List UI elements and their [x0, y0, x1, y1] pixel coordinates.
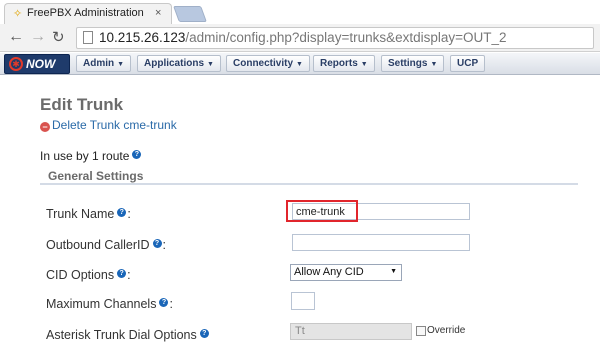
delete-trunk-label: Delete Trunk cme-trunk: [52, 118, 177, 132]
page-title: Edit Trunk: [40, 95, 124, 114]
url-path: /admin/config.php?display=trunks&extdisp…: [185, 30, 507, 45]
help-icon[interactable]: ?: [199, 329, 209, 338]
help-icon[interactable]: ?: [159, 298, 169, 307]
chevron-down-icon: ▼: [360, 61, 368, 68]
max-channels-input[interactable]: [291, 292, 315, 310]
page-icon: [83, 31, 93, 44]
logo-text: NOW: [26, 57, 56, 71]
dropdown-arrow-icon: ▼: [390, 268, 397, 275]
trunk-name-label-text: Trunk Name: [46, 207, 115, 221]
url-text[interactable]: 10.215.26.123/admin/config.php?display=t…: [99, 30, 507, 45]
delete-icon: −: [40, 122, 50, 132]
help-icon[interactable]: ?: [117, 269, 127, 278]
max-channels-label: Maximum Channels?:: [46, 297, 173, 311]
menu-reports-label: Reports: [320, 58, 358, 69]
freepbx-menu-bar: ✱ NOW Admin ▼ Applications ▼ Connectivity ▼…: [0, 53, 600, 75]
general-settings-section: General Settings: [40, 167, 578, 185]
delete-trunk-link[interactable]: − Delete Trunk cme-trunk: [40, 118, 177, 132]
outbound-callerid-input[interactable]: [292, 234, 470, 251]
trunk-name-label: Trunk Name?:: [46, 207, 131, 221]
dial-options-input: Tt: [290, 323, 412, 340]
new-tab-button[interactable]: [173, 6, 207, 22]
reload-icon[interactable]: ↻: [52, 28, 65, 46]
menu-admin[interactable]: Admin ▼: [76, 55, 132, 72]
menu-reports[interactable]: Reports ▼: [313, 55, 375, 72]
max-channels-label-text: Maximum Channels: [46, 297, 157, 311]
menu-applications-label: Applications: [144, 58, 205, 69]
menu-connectivity-label: Connectivity: [233, 58, 294, 69]
tab-title: FreePBX Administration: [27, 7, 144, 19]
forward-arrow-icon[interactable]: →: [30, 28, 46, 46]
menu-settings-label: Settings: [388, 58, 428, 69]
browser-toolbar: ← → ↻ 10.215.26.123/admin/config.php?dis…: [0, 24, 600, 52]
back-arrow-icon[interactable]: ←: [8, 28, 24, 46]
help-icon[interactable]: ?: [117, 208, 127, 217]
menu-admin-label: Admin: [83, 58, 115, 69]
freepbx-logo[interactable]: ✱ NOW: [4, 54, 70, 74]
url-host: 10.215.26.123: [99, 30, 186, 45]
address-bar[interactable]: 10.215.26.123/admin/config.php?display=t…: [76, 27, 594, 49]
browser-tab-strip: ✧ FreePBX Administration ×: [0, 0, 600, 24]
dial-options-label: Asterisk Trunk Dial Options?: [46, 328, 209, 342]
highlight-box: [286, 200, 358, 222]
menu-applications[interactable]: Applications ▼: [137, 55, 221, 72]
help-icon[interactable]: ?: [152, 239, 162, 248]
menu-connectivity[interactable]: Connectivity ▼: [226, 55, 310, 72]
tab-close-icon[interactable]: ×: [155, 7, 161, 19]
chevron-down-icon: ▼: [207, 61, 214, 68]
cid-options-label-text: CID Options: [46, 268, 115, 282]
cid-options-select[interactable]: Allow Any CID ▼: [290, 264, 402, 281]
main-content: Edit Trunk − Delete Trunk cme-trunk In us…: [0, 76, 600, 350]
override-checkbox[interactable]: [416, 326, 426, 336]
section-title: General Settings: [48, 169, 144, 183]
override-label: Override: [427, 325, 466, 336]
browser-tab[interactable]: ✧ FreePBX Administration ×: [4, 3, 172, 24]
chevron-down-icon: ▼: [117, 61, 125, 68]
outbound-callerid-label-text: Outbound CallerID: [46, 238, 150, 252]
menu-settings[interactable]: Settings ▼: [381, 55, 445, 72]
logo-star-icon: ✱: [9, 57, 23, 71]
dial-options-label-text: Asterisk Trunk Dial Options: [46, 328, 197, 342]
menu-ucp[interactable]: UCP: [450, 55, 486, 72]
chevron-down-icon: ▼: [296, 61, 303, 68]
cid-options-label: CID Options?:: [46, 268, 131, 282]
chevron-down-icon: ▼: [430, 61, 438, 68]
in-use-label: In use by 1 route: [40, 149, 130, 163]
outbound-callerid-label: Outbound CallerID?:: [46, 238, 167, 252]
menu-ucp-label: UCP: [457, 58, 479, 69]
freepbx-favicon-icon: ✧: [13, 8, 23, 20]
help-icon[interactable]: ?: [132, 150, 142, 159]
in-use-text: In use by 1 route?: [40, 149, 142, 163]
cid-options-selected: Allow Any CID: [294, 266, 364, 278]
